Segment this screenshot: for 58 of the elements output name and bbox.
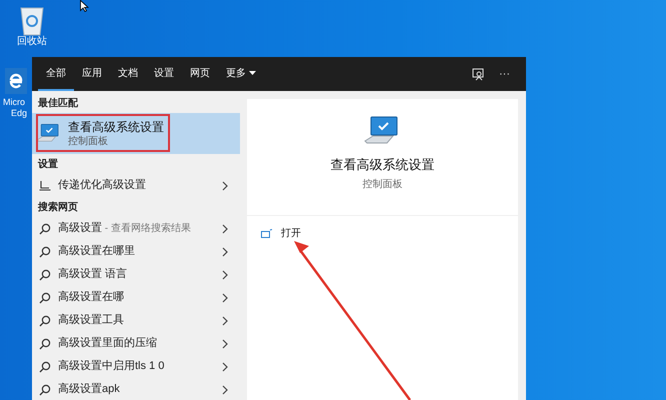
result-label: 高级设置中启用tls 1 0	[58, 358, 166, 374]
search-icon	[39, 360, 51, 372]
search-icon	[39, 268, 51, 280]
browser-icon[interactable]	[5, 68, 27, 94]
chevron-icon	[222, 180, 228, 190]
result-item[interactable]: 高级设置 - 查看网络搜索结果	[32, 217, 240, 240]
search-icon	[39, 338, 51, 350]
chevron-icon	[222, 246, 228, 256]
chevron-icon	[222, 362, 228, 372]
result-label: 高级设置apk	[58, 382, 121, 398]
tab[interactable]: 全部	[38, 57, 74, 91]
result-item[interactable]: 高级设置里面的压缩	[32, 332, 240, 355]
tab[interactable]: 文档	[110, 57, 146, 91]
result-label: 高级设置在哪里	[58, 244, 136, 260]
result-item[interactable]: 高级设置在哪	[32, 286, 240, 309]
feedback-icon	[472, 68, 484, 80]
preview-subtitle: 控制面板	[362, 178, 402, 192]
mouse-cursor-icon	[80, 0, 89, 12]
desktop-icon-label: Edg	[11, 108, 28, 119]
result-item[interactable]: 高级设置apk	[32, 378, 240, 400]
open-window-icon	[261, 228, 273, 238]
result-item[interactable]: 高级设置在哪里	[32, 240, 240, 263]
desktop-icon-label: Micro	[3, 97, 25, 108]
tab[interactable]: 更多	[218, 57, 264, 91]
result-label: 高级设置在哪	[58, 290, 125, 306]
tab[interactable]: 网页	[182, 57, 218, 91]
tab[interactable]: 设置	[146, 57, 182, 91]
section-header: 设置	[36, 158, 59, 172]
result-item[interactable]: 高级设置 语言	[32, 263, 240, 286]
desktop-icon-label: 回收站	[17, 36, 47, 48]
best-match-item[interactable]: 查看高级系统设置 控制面板	[32, 113, 240, 154]
search-icon	[39, 314, 51, 326]
result-label: 传递优化高级设置	[58, 178, 147, 194]
result-subtitle: 控制面板	[68, 134, 109, 148]
search-icon	[39, 246, 51, 258]
result-label: 高级设置 - 查看网络搜索结果	[58, 220, 192, 236]
preview-title: 查看高级系统设置	[330, 156, 434, 174]
result-title: 查看高级系统设置	[68, 120, 164, 134]
tab[interactable]: 应用	[74, 57, 110, 91]
chevron-icon	[222, 224, 228, 234]
chevron-icon	[222, 292, 228, 302]
more-button[interactable]: ···	[491, 61, 518, 87]
chevron-icon	[222, 270, 228, 280]
chevron-icon	[222, 384, 228, 394]
chevron-icon	[222, 316, 228, 326]
result-item[interactable]: 高级设置中启用tls 1 0	[32, 355, 240, 378]
section-header: 最佳匹配	[37, 96, 79, 111]
search-icon	[39, 384, 51, 396]
open-button[interactable]: 打开	[261, 226, 301, 241]
section-header: 搜索网页	[36, 200, 79, 215]
result-label: 高级设置工具	[58, 312, 125, 328]
search-icon	[39, 292, 51, 304]
result-item[interactable]: 传递优化高级设置	[32, 174, 240, 197]
result-label: 高级设置里面的压缩	[58, 336, 158, 352]
result-item[interactable]: 高级设置工具	[32, 309, 240, 332]
result-label: 高级设置 语言	[58, 266, 128, 282]
chevron-icon	[222, 338, 228, 348]
search-icon	[39, 222, 51, 234]
